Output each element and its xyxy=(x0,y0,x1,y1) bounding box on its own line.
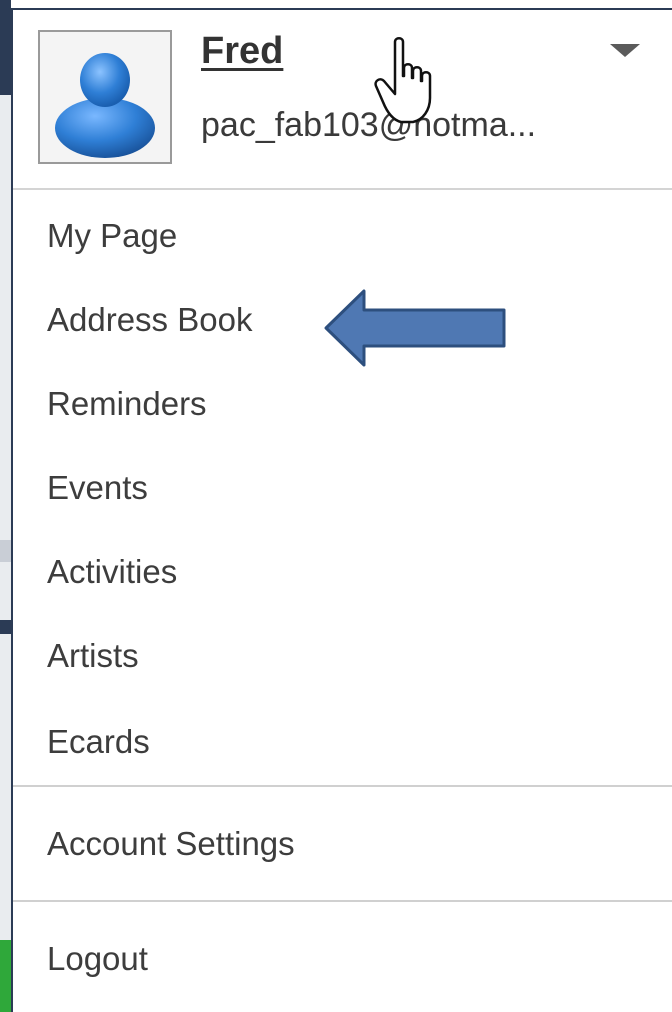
menu-divider xyxy=(13,900,672,902)
menu-item-logout[interactable]: Logout xyxy=(47,940,148,978)
caret-down-icon[interactable] xyxy=(610,44,640,57)
menu-item-account-settings[interactable]: Account Settings xyxy=(47,825,295,863)
avatar[interactable] xyxy=(38,30,172,164)
menu-divider xyxy=(13,785,672,787)
menu-item-reminders[interactable]: Reminders xyxy=(47,385,207,423)
user-header: Fred pac_fab103@hotma... xyxy=(13,10,672,190)
background-divider xyxy=(0,620,11,634)
background-green-block xyxy=(0,940,11,1012)
user-email: pac_fab103@hotma... xyxy=(201,106,537,144)
person-silhouette-icon xyxy=(55,53,155,158)
user-name-link[interactable]: Fred xyxy=(201,30,283,73)
menu-item-ecards[interactable]: Ecards xyxy=(47,723,150,761)
left-arrow-icon xyxy=(324,289,506,367)
background-header-bar xyxy=(0,0,11,95)
user-dropdown-menu: Fred pac_fab103@hotma... My Page Address… xyxy=(11,8,672,1012)
menu-item-events[interactable]: Events xyxy=(47,469,148,507)
background-page xyxy=(0,0,11,1012)
menu-item-address-book[interactable]: Address Book xyxy=(47,301,252,339)
hand-pointer-icon xyxy=(374,37,432,124)
menu-item-my-page[interactable]: My Page xyxy=(47,217,177,255)
menu-item-artists[interactable]: Artists xyxy=(47,637,139,675)
background-divider xyxy=(0,540,11,562)
menu-item-activities[interactable]: Activities xyxy=(47,553,177,591)
